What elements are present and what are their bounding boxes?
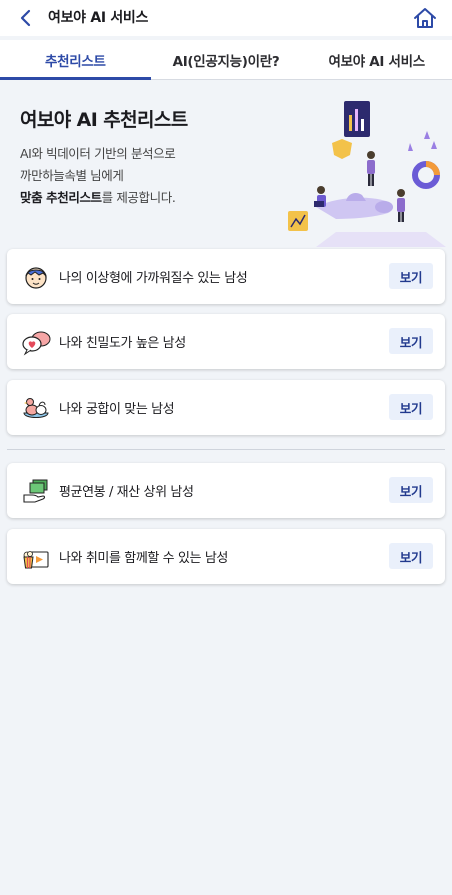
boy-face-icon <box>25 267 47 289</box>
home-icon <box>414 8 436 28</box>
money-hand-icon <box>23 479 48 503</box>
recommend-card-income[interactable]: 평균연봉 / 재산 상위 남성 보기 <box>7 463 445 518</box>
hero-line-3-rest: 를 제공합니다. <box>101 190 176 205</box>
card-label: 나와 친밀도가 높은 남성 <box>59 336 186 351</box>
tab-recommend-list[interactable]: 추천리스트 <box>0 40 151 80</box>
home-button[interactable] <box>412 5 438 31</box>
couple-bird-icon <box>23 398 49 418</box>
recommend-card-compatibility[interactable]: 나와 궁합이 맞는 남성 보기 <box>7 380 445 435</box>
ai-illustration <box>288 101 446 247</box>
card-label: 나와 궁합이 맞는 남성 <box>59 402 175 417</box>
recommend-card-hobby[interactable]: 나와 취미를 함께할 수 있는 남성 보기 <box>7 529 445 584</box>
tab-about-ai[interactable]: AI(인공지능)이란? <box>151 40 302 79</box>
view-button[interactable]: 보기 <box>389 328 433 354</box>
page-title: 여보야 AI 서비스 <box>48 10 149 26</box>
card-label: 나의 이상형에 가까워질수 있는 남성 <box>59 271 248 286</box>
hero-line-2: 까만하늘속별 님에게 <box>20 168 124 183</box>
hero-title: 여보야 AI 추천리스트 <box>20 109 188 131</box>
chevron-left-icon <box>20 9 31 27</box>
view-button[interactable]: 보기 <box>389 477 433 503</box>
view-button[interactable]: 보기 <box>389 543 433 569</box>
hero-line-1: AI와 빅데이터 기반의 분석으로 <box>20 146 176 161</box>
tab-bar: 추천리스트 AI(인공지능)이란? 여보야 AI 서비스 <box>0 40 452 80</box>
recommend-card-ideal-type[interactable]: 나의 이상형에 가까워질수 있는 남성 보기 <box>7 249 445 304</box>
tab-ai-service[interactable]: 여보야 AI 서비스 <box>301 40 452 79</box>
back-button[interactable] <box>14 6 38 30</box>
hero-line-3: 맞춤 추천리스트를 제공합니다. <box>20 187 176 209</box>
hero-description: AI와 빅데이터 기반의 분석으로 까만하늘속별 님에게 맞춤 추천리스트를 제… <box>20 143 176 209</box>
card-label: 나와 취미를 함께할 수 있는 남성 <box>59 551 228 566</box>
section-divider <box>7 449 445 450</box>
popcorn-movie-icon <box>23 551 49 569</box>
hero-section: 여보야 AI 추천리스트 AI와 빅데이터 기반의 분석으로 까만하늘속별 님에… <box>0 81 452 247</box>
hero-highlight: 맞춤 추천리스트 <box>20 190 102 205</box>
app-header: 여보야 AI 서비스 <box>0 0 452 36</box>
card-label: 평균연봉 / 재산 상위 남성 <box>59 485 194 500</box>
view-button[interactable]: 보기 <box>389 263 433 289</box>
view-button[interactable]: 보기 <box>389 394 433 420</box>
recommend-card-intimacy[interactable]: 나와 친밀도가 높은 남성 보기 <box>7 314 445 369</box>
chat-heart-icon <box>22 331 51 356</box>
